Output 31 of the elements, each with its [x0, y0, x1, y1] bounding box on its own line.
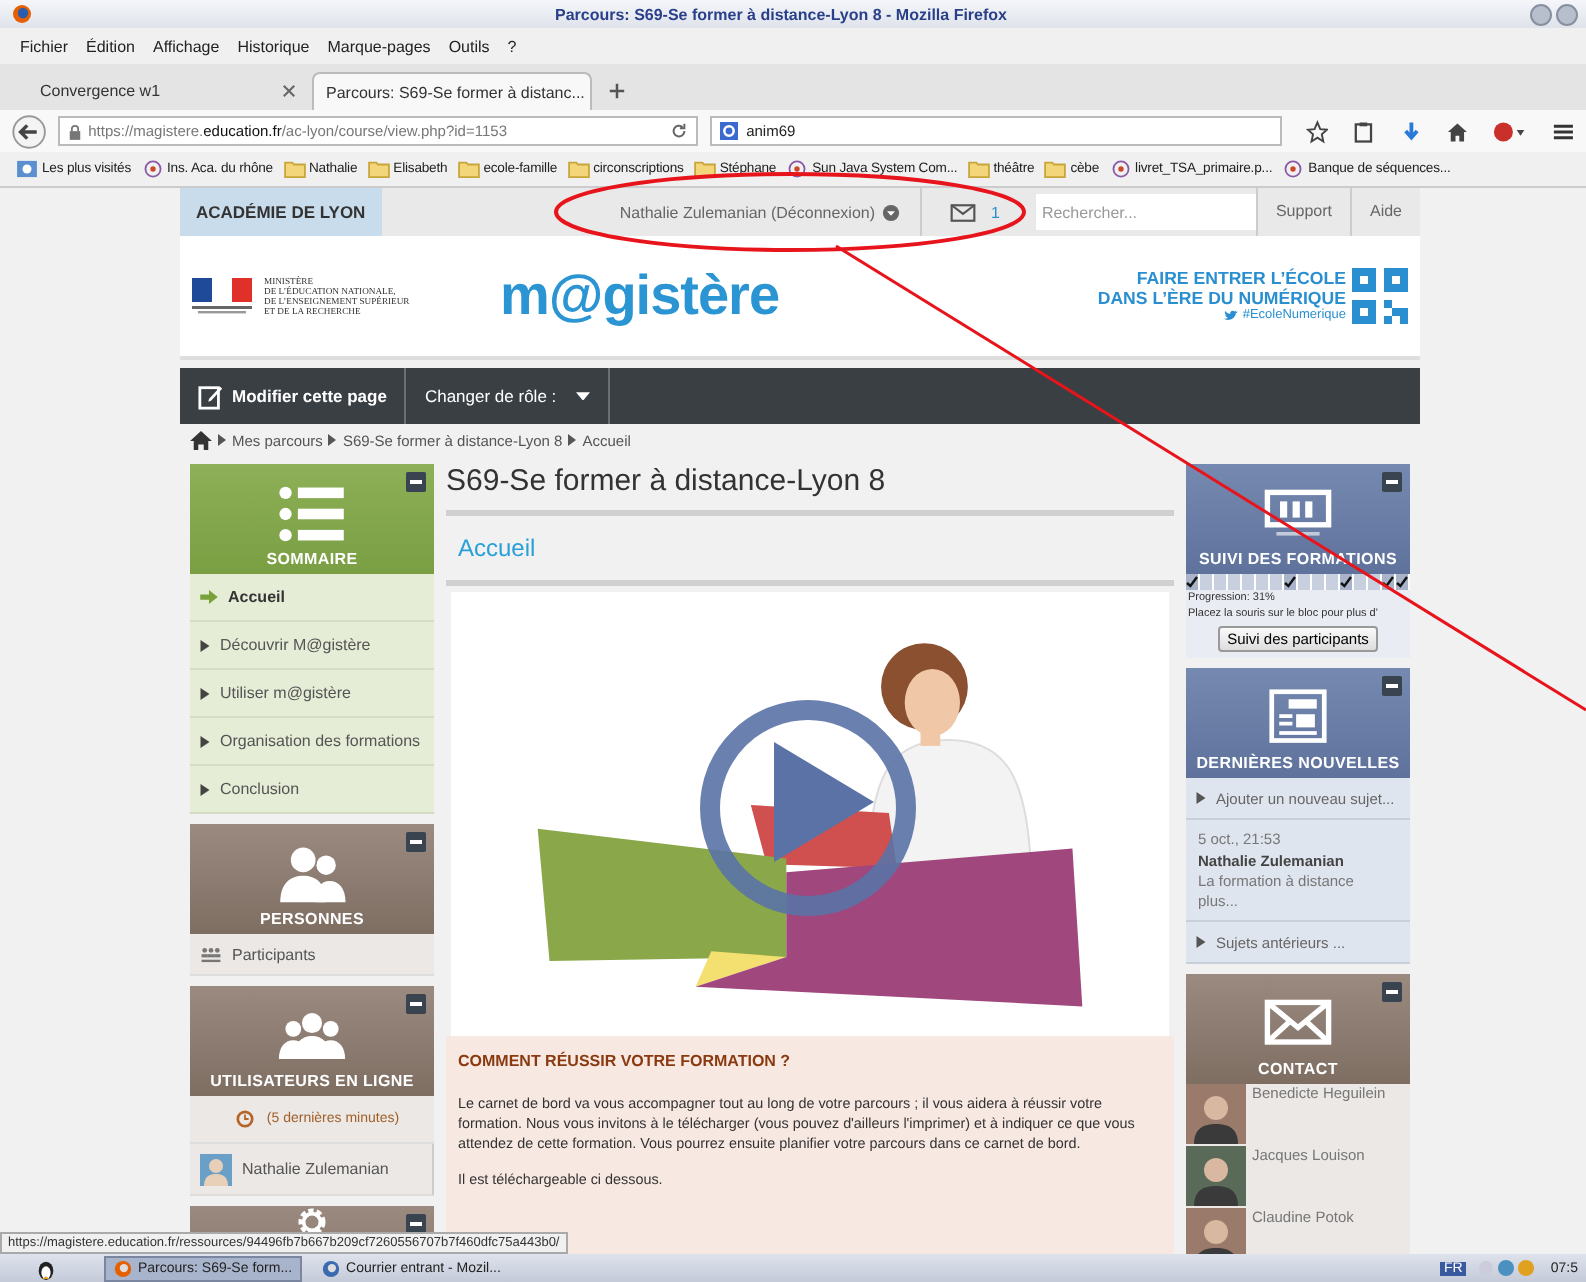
menu-item[interactable]: Fichier	[20, 37, 69, 55]
info-heading: COMMENT RÉUSSIR VOTRE FORMATION ?	[458, 1052, 793, 1070]
edit-page-button[interactable]: Modifier cette page	[180, 368, 407, 424]
menu-item[interactable]: ?	[507, 37, 517, 55]
menu-item[interactable]: Outils	[448, 37, 490, 55]
browser-tab[interactable]: Parcours: S69-Se former à distanc...	[312, 72, 592, 110]
menu-item[interactable]: Organisation des formations	[190, 718, 434, 766]
block-title: CONTACT	[1258, 1060, 1338, 1078]
block-item[interactable]: Nathalie Zulemanian	[190, 1144, 434, 1196]
role-dropdown[interactable]: Changer de rôle :	[406, 368, 611, 424]
block-title: PERSONNES	[259, 910, 365, 928]
section-title: Accueil	[456, 532, 538, 566]
menu-item[interactable]: Marque-pages	[327, 37, 431, 55]
browser-tab[interactable]: Convergence w1	[28, 72, 308, 110]
menu-item[interactable]: Affichage	[152, 37, 220, 55]
block-item[interactable]: Participants	[190, 934, 434, 976]
menu-item[interactable]: Utiliser m@gistère	[190, 670, 434, 718]
block-title: DERNIÈRES NOUVELLES	[1196, 754, 1400, 772]
slogan-line: FAIRE ENTRER L’ÉCOLE	[1134, 267, 1346, 287]
menu-item[interactable]: Accueil	[190, 574, 434, 622]
menu-item[interactable]: Édition	[86, 37, 135, 55]
window-title: Parcours: S69-Se former à distance-Lyon 8 - Mozilla Firefox	[553, 5, 1009, 23]
block-title: UTILISATEURS EN LIGNE	[210, 1072, 414, 1090]
block-title: SOMMAIRE	[266, 550, 358, 568]
slogan-line: DANS L’ÈRE DU NUMÉRIQUE	[1097, 287, 1346, 307]
menu-item[interactable]: Historique	[237, 37, 310, 55]
academy-label[interactable]: ACADÉMIE DE LYON	[180, 188, 382, 236]
menu-item[interactable]: Conclusion	[190, 766, 434, 814]
menu-item[interactable]: Découvrir M@gistère	[190, 622, 434, 670]
course-title: S69-Se former à distance-Lyon 8	[446, 464, 888, 502]
search-field[interactable]: Rechercher...	[1035, 194, 1256, 230]
